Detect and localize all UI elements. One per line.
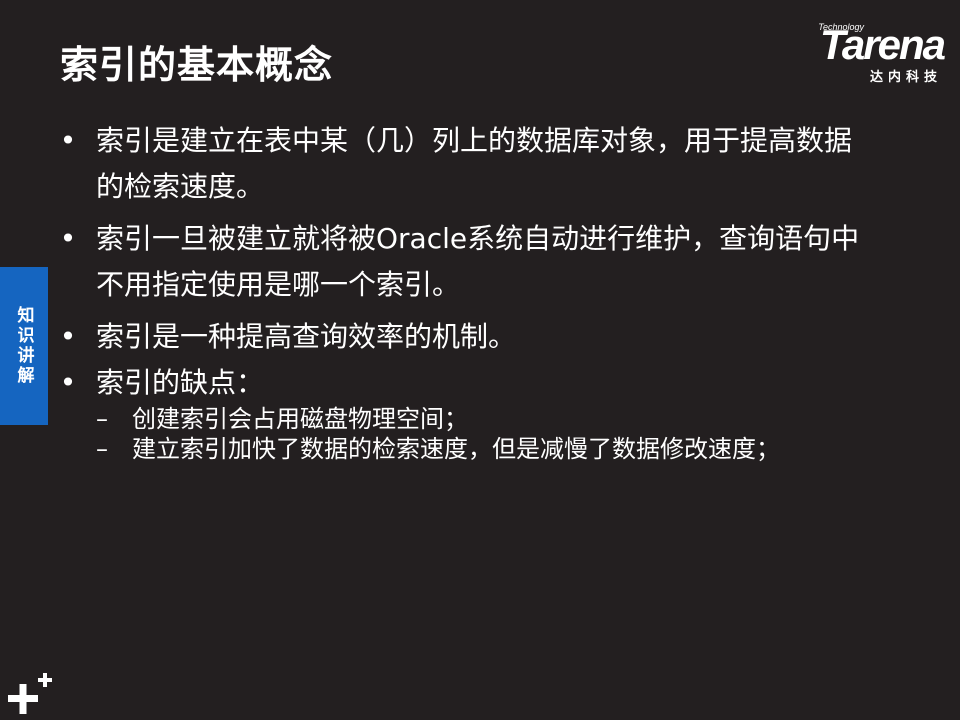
side-tab-label: 知识讲解 <box>13 306 34 386</box>
logo-wordmark: Tarena <box>819 21 946 68</box>
bullet-marker: • <box>59 366 77 399</box>
bullet-item: • 索引一旦被建立就将被Oracle系统自动进行维护，查询语句中不用指定使用是哪… <box>58 216 878 308</box>
tarena-logo: Technology Tarena 达内科技 <box>776 21 946 85</box>
sub-bullet-text: 创建索引会占用磁盘物理空间； <box>132 405 468 433</box>
bullet-item: • 索引是一种提高查询效率的机制。 <box>58 314 878 360</box>
side-tab-knowledge: 知识讲解 <box>0 267 48 425</box>
slide-title: 索引的基本概念 <box>60 43 334 87</box>
sub-bullet-marker: – <box>96 405 108 433</box>
slide: 索引的基本概念 Technology Tarena 达内科技 知识讲解 • 索引… <box>0 0 960 720</box>
bullet-text: 索引是建立在表中某（几）列上的数据库对象，用于提高数据的检索速度。 <box>96 124 853 203</box>
logo-cn-text: 达内科技 <box>869 70 942 85</box>
plus-decoration-icon <box>8 673 52 714</box>
bullet-text: 索引的缺点： <box>96 366 265 399</box>
sub-bullet-item: – 建立索引加快了数据的检索速度，但是减慢了数据修改速度； <box>58 434 878 464</box>
sub-bullet-item: – 创建索引会占用磁盘物理空间； <box>58 404 878 434</box>
sub-bullet-text: 建立索引加快了数据的检索速度，但是减慢了数据修改速度； <box>132 435 780 463</box>
bullet-marker: • <box>59 320 77 353</box>
bullet-list: • 索引是建立在表中某（几）列上的数据库对象，用于提高数据的检索速度。 • 索引… <box>58 118 878 464</box>
bullet-text: 索引一旦被建立就将被Oracle系统自动进行维护，查询语句中不用指定使用是哪一个… <box>96 222 860 301</box>
bullet-text: 索引是一种提高查询效率的机制。 <box>96 320 517 353</box>
bullet-item: • 索引是建立在表中某（几）列上的数据库对象，用于提高数据的检索速度。 <box>58 118 878 210</box>
bullet-marker: • <box>59 222 77 255</box>
sub-bullet-marker: – <box>96 435 108 463</box>
bullet-item: • 索引的缺点： <box>58 362 878 404</box>
bullet-marker: • <box>59 124 77 157</box>
